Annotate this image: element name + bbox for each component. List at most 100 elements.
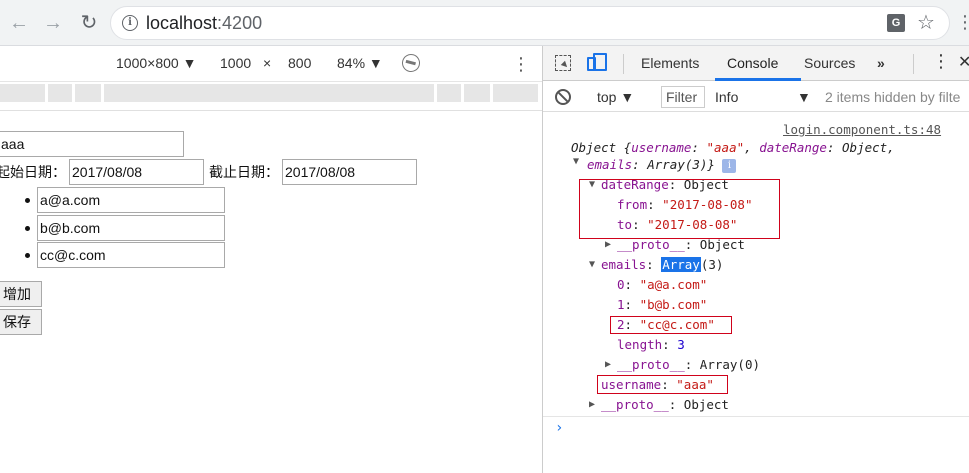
- start-date-label: 起始日期：: [0, 164, 66, 180]
- back-arrow-icon[interactable]: ←: [6, 10, 32, 36]
- inspect-element-icon[interactable]: [555, 55, 571, 71]
- forward-arrow-icon[interactable]: →: [40, 10, 66, 36]
- filter-input[interactable]: Filter: [661, 86, 705, 108]
- device-toolbar: 1000×800 ▼ 1000 × 800 84% ▼ ⋮: [0, 46, 542, 82]
- expand-triangle-icon[interactable]: ▼: [589, 257, 595, 273]
- proto-row[interactable]: __proto__: Array(0): [617, 357, 760, 373]
- summary-key: emails: [587, 157, 633, 172]
- log-summary-line2: emails: Array(3)} i: [587, 157, 737, 173]
- prop-key: length: [617, 337, 663, 352]
- divider: [623, 54, 624, 74]
- url-port: :4200: [217, 13, 263, 33]
- media-query-segment[interactable]: [75, 84, 101, 102]
- summary-value: Object,: [842, 140, 895, 155]
- media-query-bar: [0, 82, 542, 104]
- save-button[interactable]: 保存: [0, 309, 42, 335]
- bookmark-star-icon[interactable]: ☆: [917, 11, 935, 35]
- expand-triangle-icon[interactable]: ▶: [589, 397, 595, 413]
- tab-elements[interactable]: Elements: [641, 55, 699, 71]
- clear-console-icon[interactable]: [555, 89, 571, 105]
- devtools-tabbar: Elements Console Sources » ⋮ ✕: [543, 46, 969, 81]
- reload-icon[interactable]: ↻: [76, 10, 102, 36]
- log-level-select[interactable]: Info: [715, 89, 738, 105]
- length-row: length: 3: [617, 337, 685, 352]
- console-output: login.component.ts:48 Object {username: …: [543, 114, 969, 473]
- email-input-1[interactable]: a@a.com: [37, 187, 225, 213]
- start-date-input[interactable]: 2017/08/08: [69, 159, 204, 185]
- console-prompt[interactable]: ›: [555, 420, 563, 436]
- prop-value: 3: [677, 337, 685, 352]
- media-query-segment[interactable]: [48, 84, 72, 102]
- media-query-segment[interactable]: [464, 84, 490, 102]
- log-summary-line1[interactable]: Object {username: "aaa", dateRange: Obje…: [571, 140, 895, 156]
- zoom-select[interactable]: 84% ▼: [337, 55, 383, 71]
- media-query-segment[interactable]: [104, 84, 434, 102]
- summary-key: username: [631, 140, 692, 155]
- device-options-icon[interactable]: ⋮: [512, 52, 530, 76]
- device-width-input[interactable]: 1000: [220, 55, 251, 71]
- emulated-page: aaa 起始日期： 2017/08/08 截止日期： 2017/08/08 a@…: [0, 110, 542, 473]
- browser-menu-icon[interactable]: ⋮: [956, 10, 969, 34]
- email-input-2[interactable]: b@b.com: [37, 215, 225, 241]
- tab-console[interactable]: Console: [727, 55, 778, 71]
- devtools-menu-icon[interactable]: ⋮: [932, 51, 950, 72]
- list-bullet: [25, 226, 30, 231]
- context-label: top: [597, 89, 617, 105]
- email-item-row: 1: "b@b.com": [617, 297, 708, 312]
- url-host: localhost: [146, 13, 218, 33]
- translate-icon[interactable]: G: [887, 14, 905, 32]
- divider: [543, 416, 969, 417]
- devtools-panel: Elements Console Sources » ⋮ ✕ top ▼ Fil…: [542, 46, 969, 473]
- chevron-down-icon[interactable]: ▼: [797, 89, 811, 105]
- username-input[interactable]: aaa: [0, 131, 184, 157]
- prop-value: Object: [683, 397, 729, 412]
- summary-value: "aaa": [706, 140, 745, 155]
- prop-value: Object: [699, 237, 745, 252]
- media-query-segment[interactable]: [437, 84, 461, 102]
- media-query-segment[interactable]: [493, 84, 538, 102]
- active-tab-indicator: [715, 78, 801, 81]
- array-value: "a@a.com": [639, 277, 708, 292]
- email-item-row: 0: "a@a.com": [617, 277, 708, 292]
- media-query-segment[interactable]: [0, 84, 45, 102]
- device-preset-select[interactable]: 1000×800 ▼: [116, 55, 196, 71]
- console-toolbar: top ▼ Filter Info ▼ 2 items hidden by fi…: [543, 82, 969, 112]
- more-tabs-icon[interactable]: »: [877, 55, 885, 71]
- context-select[interactable]: top ▼: [597, 89, 634, 105]
- browser-toolbar: ← → ↻ i localhost:4200 G ☆ ⋮: [0, 0, 969, 46]
- add-button[interactable]: 增加: [0, 281, 42, 307]
- emails-row[interactable]: emails: Array(3): [601, 257, 723, 273]
- prop-value: Array(0): [699, 357, 761, 372]
- hidden-items-message: 2 items hidden by filte: [825, 89, 961, 105]
- info-icon[interactable]: i: [722, 158, 737, 173]
- email-input-3[interactable]: cc@c.com: [37, 242, 225, 268]
- prop-key: __proto__: [617, 237, 685, 252]
- close-devtools-icon[interactable]: ✕: [958, 52, 969, 72]
- source-link[interactable]: login.component.ts:48: [783, 122, 941, 137]
- tab-sources[interactable]: Sources: [804, 55, 855, 71]
- end-date-input[interactable]: 2017/08/08: [282, 159, 417, 185]
- expand-triangle-icon[interactable]: ▼: [573, 154, 579, 170]
- expand-triangle-icon[interactable]: ▶: [605, 357, 611, 373]
- list-bullet: [25, 253, 30, 258]
- prop-key: emails: [601, 257, 647, 272]
- device-toggle-icon[interactable]: [587, 53, 607, 73]
- device-height-input[interactable]: 800: [288, 55, 311, 71]
- highlight-box: [579, 179, 780, 239]
- summary-key: dateRange: [759, 140, 827, 155]
- divider: [913, 54, 914, 74]
- rotate-icon[interactable]: [398, 50, 424, 76]
- address-bar[interactable]: i localhost:4200 G ☆: [110, 6, 950, 40]
- site-info-icon[interactable]: i: [122, 15, 138, 31]
- expand-triangle-icon[interactable]: ▶: [605, 237, 611, 253]
- proto-row[interactable]: __proto__: Object: [601, 397, 729, 413]
- array-value: "b@b.com": [639, 297, 708, 312]
- dimension-times: ×: [263, 55, 272, 71]
- array-index: 0: [617, 277, 625, 292]
- end-date-label: 截止日期：: [209, 164, 279, 180]
- highlight-box: [597, 375, 728, 394]
- summary-value: Array(3)}: [647, 157, 715, 172]
- proto-row[interactable]: __proto__: Object: [617, 237, 745, 253]
- prop-key: __proto__: [601, 397, 669, 412]
- array-index: 1: [617, 297, 625, 312]
